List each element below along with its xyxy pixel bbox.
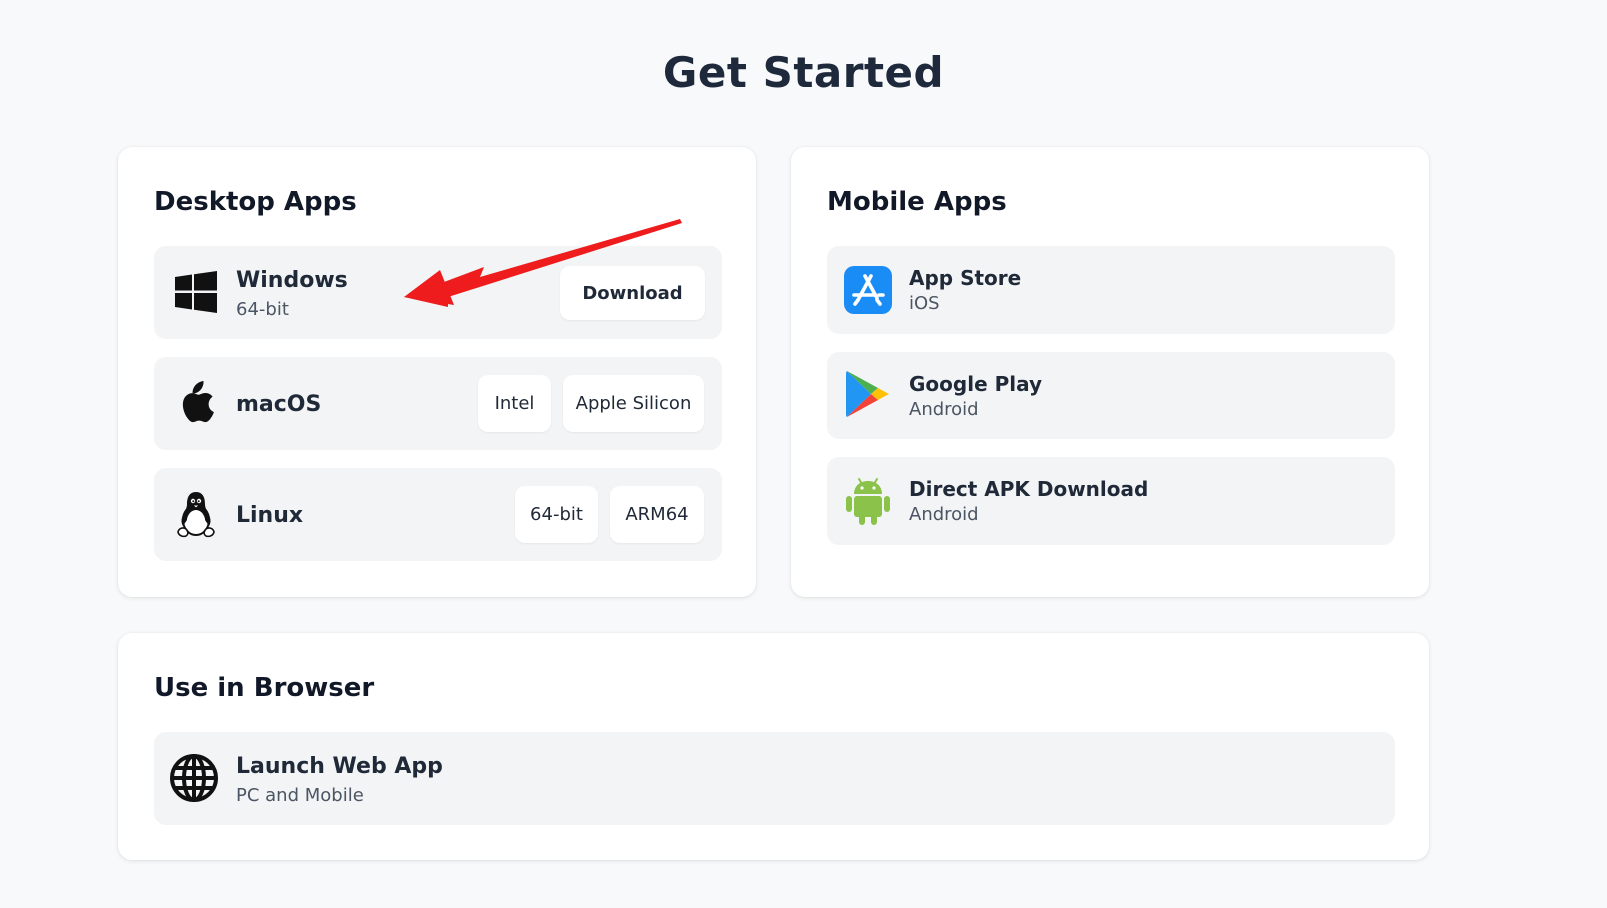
google-play-name: Google Play xyxy=(909,372,1043,396)
app-store-icon xyxy=(844,266,892,314)
apk-download-name: Direct APK Download xyxy=(909,477,1149,501)
windows-sub: 64-bit xyxy=(236,299,289,320)
mobile-apps-heading: Mobile Apps xyxy=(827,187,1007,217)
google-play-row[interactable]: Google Play Android xyxy=(827,352,1395,439)
desktop-apps-heading: Desktop Apps xyxy=(154,187,357,217)
macos-name: macOS xyxy=(236,392,322,417)
app-store-sub: iOS xyxy=(909,293,940,314)
browser-heading: Use in Browser xyxy=(154,673,375,703)
windows-row: Windows 64-bit Download xyxy=(154,246,722,339)
macos-row: macOS Intel Apple Silicon xyxy=(154,357,722,450)
globe-icon xyxy=(170,754,218,802)
windows-download-button[interactable]: Download xyxy=(560,266,705,320)
macos-apple-silicon-button[interactable]: Apple Silicon xyxy=(563,375,704,432)
browser-card: Use in Browser Launch Web App PC and Mob… xyxy=(118,633,1429,860)
windows-icon xyxy=(172,268,220,316)
launch-web-app-name: Launch Web App xyxy=(236,754,443,779)
linux-row: Linux 64-bit ARM64 xyxy=(154,468,722,561)
mobile-apps-card: Mobile Apps App Store iOS Google Play An… xyxy=(791,147,1429,597)
desktop-apps-card: Desktop Apps Windows 64-bit Download mac… xyxy=(118,147,756,597)
page-title: Get Started xyxy=(662,48,945,97)
launch-web-app-sub: PC and Mobile xyxy=(236,785,364,806)
app-store-name: App Store xyxy=(909,266,1022,290)
windows-name: Windows xyxy=(236,268,348,293)
launch-web-app-row[interactable]: Launch Web App PC and Mobile xyxy=(154,732,1395,825)
android-icon xyxy=(844,477,892,525)
linux-penguin-icon xyxy=(172,490,220,538)
macos-intel-button[interactable]: Intel xyxy=(478,375,551,432)
linux-64bit-button[interactable]: 64-bit xyxy=(515,486,598,543)
google-play-sub: Android xyxy=(909,399,979,420)
apk-download-sub: Android xyxy=(909,504,979,525)
apk-download-row[interactable]: Direct APK Download Android xyxy=(827,457,1395,545)
apple-icon xyxy=(172,379,220,427)
linux-name: Linux xyxy=(236,503,304,528)
google-play-icon xyxy=(844,370,892,418)
get-started-page: Get Started Desktop Apps Windows 64-bit … xyxy=(0,0,1607,908)
app-store-row[interactable]: App Store iOS xyxy=(827,246,1395,334)
linux-arm64-button[interactable]: ARM64 xyxy=(610,486,704,543)
